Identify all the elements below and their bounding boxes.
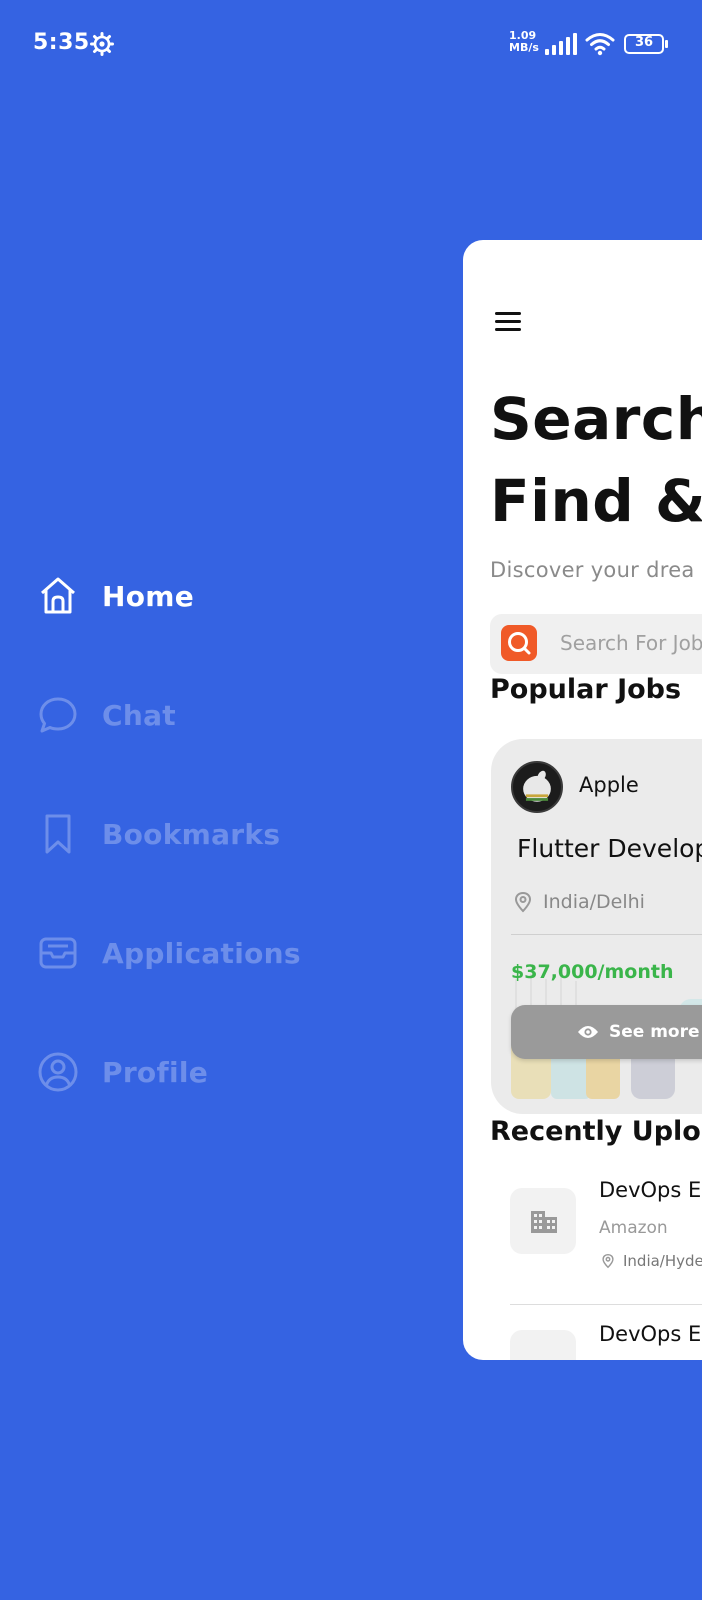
recent-job-item[interactable]: DevOps En: [463, 1322, 702, 1360]
recent-job-title: DevOps En: [599, 1322, 702, 1346]
menu-label-chat: Chat: [102, 698, 176, 732]
recent-job-title: DevOps En: [599, 1178, 702, 1202]
building-icon: [531, 1211, 557, 1233]
see-more-details-button[interactable]: See more d: [511, 1005, 702, 1059]
battery-indicator: 36: [624, 34, 668, 56]
subtitle: Discover your drea: [490, 558, 695, 582]
menu-label-bookmarks: Bookmarks: [102, 817, 281, 851]
headline-line-2: Find & A: [490, 467, 702, 535]
job-title: Flutter Develop: [517, 834, 702, 863]
wifi-icon: [585, 33, 615, 56]
search-input[interactable]: Search For Job: [560, 631, 702, 655]
network-speed: 1.09 MB/s: [509, 30, 539, 54]
headline-line-1: Search: [490, 385, 702, 453]
settings-gear-icon: [90, 32, 114, 56]
menu-item-bookmarks[interactable]: Bookmarks: [36, 804, 280, 864]
location-pin-icon: [514, 891, 532, 913]
menu-item-profile[interactable]: Profile: [36, 1042, 208, 1102]
profile-icon: [38, 1052, 78, 1092]
menu-label-profile: Profile: [102, 1055, 209, 1089]
status-bar: 5:35 1.09 MB/s 36: [0, 0, 702, 90]
job-location-text: India/Delhi: [543, 891, 645, 913]
home-screen-preview[interactable]: Search Find & A Discover your drea Searc…: [463, 240, 702, 1360]
menu-label-home: Home: [102, 579, 195, 613]
bookmark-icon: [45, 814, 71, 854]
search-button[interactable]: [501, 625, 537, 661]
recent-job-location: India/Hyde: [601, 1252, 702, 1270]
status-time: 5:35: [33, 30, 90, 55]
menu-hamburger-icon[interactable]: [495, 312, 521, 332]
menu-label-applications: Applications: [102, 936, 301, 970]
eye-icon: [578, 1026, 598, 1038]
battery-tip: [665, 40, 668, 48]
search-icon: [508, 632, 531, 655]
job-company: Apple: [579, 773, 639, 797]
recent-job-item[interactable]: DevOps En Amazon India/Hyde: [463, 1178, 702, 1278]
list-divider: [510, 1304, 702, 1305]
network-speed-unit: MB/s: [509, 41, 539, 54]
menu-item-home[interactable]: Home: [36, 566, 194, 626]
popular-job-card[interactable]: Apple Flutter Develop India/Delhi $37,00…: [491, 739, 702, 1114]
job-location: India/Delhi: [513, 891, 645, 913]
menu-item-applications[interactable]: Applications: [36, 923, 301, 983]
company-logo-placeholder: [510, 1188, 576, 1254]
recent-job-location-text: India/Hyde: [623, 1252, 702, 1270]
location-pin-icon: [602, 1253, 614, 1269]
home-icon: [41, 577, 75, 614]
popular-jobs-title: Popular Jobs: [490, 674, 682, 705]
battery-level: 36: [634, 35, 654, 50]
job-salary: $37,000/month: [511, 961, 674, 983]
chat-icon: [39, 697, 77, 733]
see-more-label: See more d: [609, 1022, 702, 1042]
company-logo-placeholder: [510, 1330, 576, 1360]
apple-logo: [511, 761, 563, 813]
inbox-icon: [39, 937, 77, 969]
recently-uploaded-title: Recently Uploa: [490, 1116, 702, 1147]
menu-item-chat[interactable]: Chat: [36, 685, 176, 745]
card-divider: [511, 934, 702, 935]
search-bar[interactable]: Search For Job: [490, 614, 702, 674]
recent-job-company: Amazon: [599, 1218, 668, 1238]
cellular-signal-icon: [545, 33, 577, 55]
